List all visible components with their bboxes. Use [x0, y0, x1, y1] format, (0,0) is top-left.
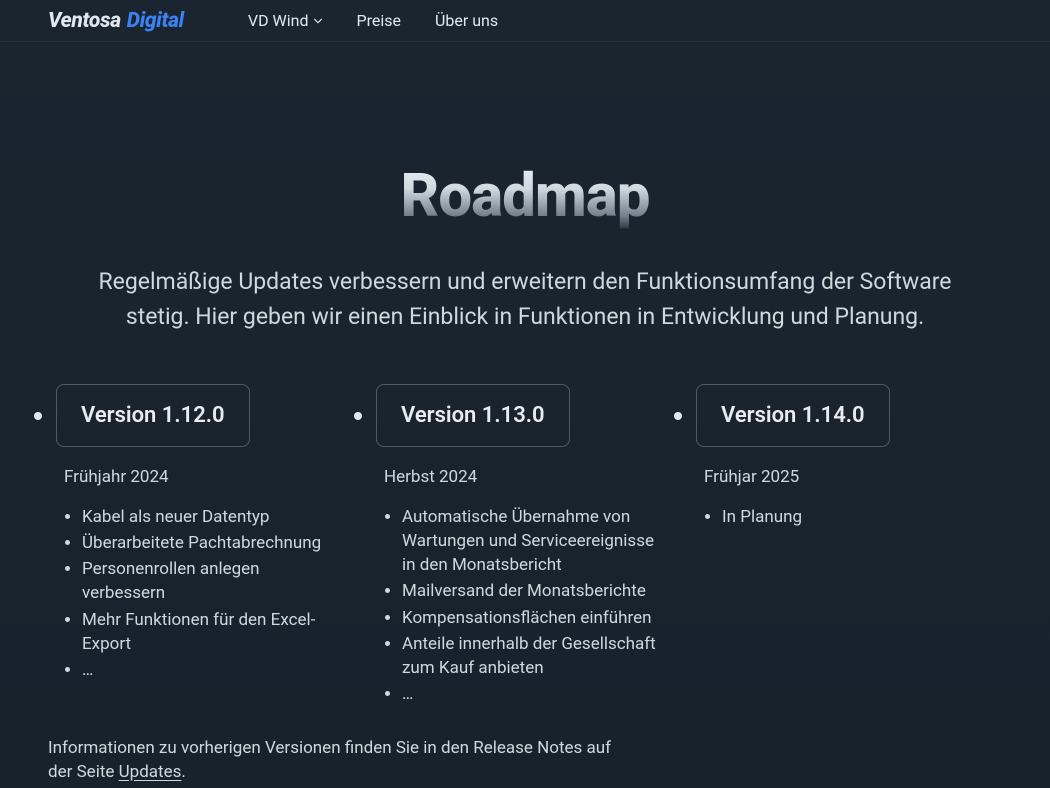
footer-note: Informationen zu vorherigen Versionen fi…	[48, 736, 628, 784]
version-marker: Version 1.12.0	[34, 384, 354, 447]
timeline-dot-icon	[354, 412, 362, 420]
feature-item: …	[82, 658, 354, 682]
version-date: Herbst 2024	[384, 467, 674, 487]
timeline-dot-icon	[674, 412, 682, 420]
feature-list: Kabel als neuer Datentyp Überarbeitete P…	[64, 505, 354, 682]
header: Ventosa Digital VD Wind Preise Über uns	[0, 0, 1050, 42]
feature-list: In Planung	[704, 505, 994, 529]
version-label: Version 1.13.0	[401, 403, 545, 428]
nav-item-ueber-uns[interactable]: Über uns	[435, 11, 498, 30]
version-label: Version 1.12.0	[81, 403, 225, 428]
roadmap-col-1: Version 1.12.0 Frühjahr 2024 Kabel als n…	[34, 384, 354, 708]
nav-item-preise[interactable]: Preise	[357, 11, 401, 30]
brand-word2: Digital	[127, 9, 184, 33]
feature-item: Kabel als neuer Datentyp	[82, 505, 354, 529]
nav-label: VD Wind	[248, 11, 309, 30]
version-box: Version 1.13.0	[376, 384, 570, 447]
nav-label: Preise	[357, 11, 401, 30]
feature-item: Automatische Übernahme von Wartungen und…	[402, 505, 674, 577]
feature-item: …	[402, 682, 674, 706]
feature-item: Anteile innerhalb der Gesellschaft zum K…	[402, 632, 674, 680]
main-nav: VD Wind Preise Über uns	[248, 11, 498, 30]
page-subtitle: Regelmäßige Updates verbessern und erwei…	[95, 265, 955, 334]
brand-logo[interactable]: Ventosa Digital	[48, 9, 184, 33]
nav-label: Über uns	[435, 11, 498, 30]
feature-item: In Planung	[722, 505, 994, 529]
version-box: Version 1.14.0	[696, 384, 890, 447]
version-marker: Version 1.13.0	[354, 384, 674, 447]
feature-item: Personenrollen anlegen verbessern	[82, 557, 354, 605]
brand-word1: Ventosa	[48, 9, 121, 33]
feature-item: Überarbeitete Pachtabrechnung	[82, 531, 354, 555]
footer-suffix: .	[181, 762, 185, 782]
timeline-dot-icon	[34, 412, 42, 420]
roadmap-grid: Version 1.12.0 Frühjahr 2024 Kabel als n…	[0, 384, 1050, 708]
version-date: Frühjar 2025	[704, 467, 994, 487]
roadmap-col-2: Version 1.13.0 Herbst 2024 Automatische …	[354, 384, 674, 708]
version-box: Version 1.12.0	[56, 384, 250, 447]
feature-item: Mehr Funktionen für den Excel-Export	[82, 608, 354, 656]
page-title: Roadmap	[401, 160, 650, 231]
feature-item: Mailversand der Monatsberichte	[402, 579, 674, 603]
version-marker: Version 1.14.0	[674, 384, 994, 447]
feature-list: Automatische Übernahme von Wartungen und…	[384, 505, 674, 706]
chevron-down-icon	[313, 16, 323, 26]
version-label: Version 1.14.0	[721, 403, 865, 428]
hero: Roadmap Regelmäßige Updates verbessern u…	[0, 160, 1050, 334]
feature-item: Kompensationsflächen einführen	[402, 606, 674, 630]
version-date: Frühjahr 2024	[64, 467, 354, 487]
nav-item-vd-wind[interactable]: VD Wind	[248, 11, 323, 30]
roadmap-col-3: Version 1.14.0 Frühjar 2025 In Planung	[674, 384, 994, 708]
updates-link[interactable]: Updates	[119, 762, 182, 782]
